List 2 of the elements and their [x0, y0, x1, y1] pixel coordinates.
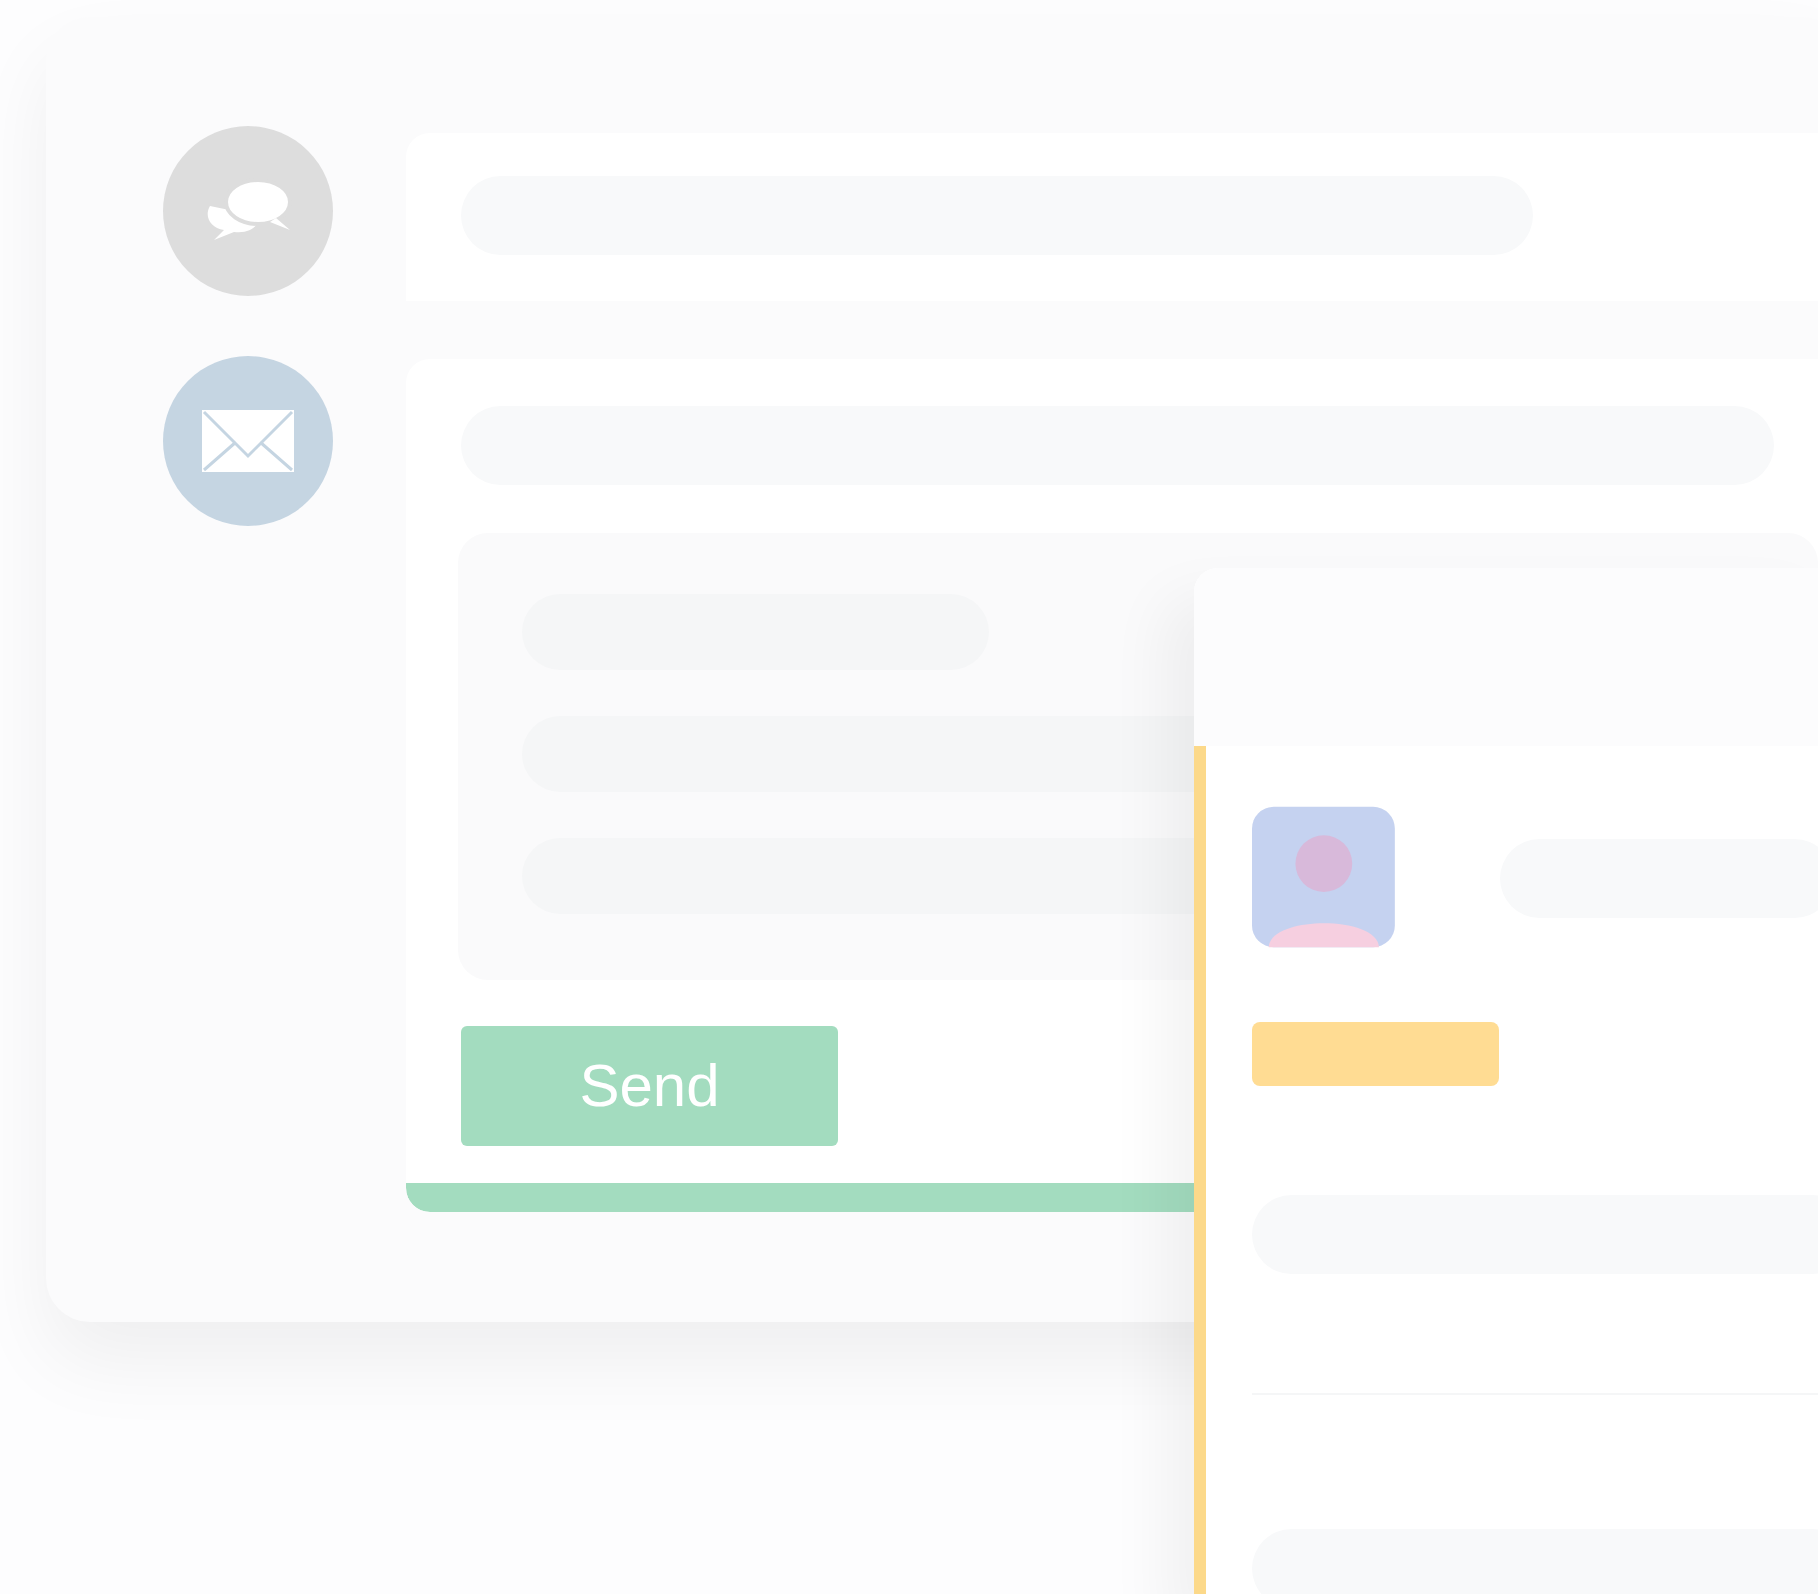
envelope-icon — [202, 410, 294, 472]
send-button[interactable]: Send — [461, 1026, 838, 1146]
